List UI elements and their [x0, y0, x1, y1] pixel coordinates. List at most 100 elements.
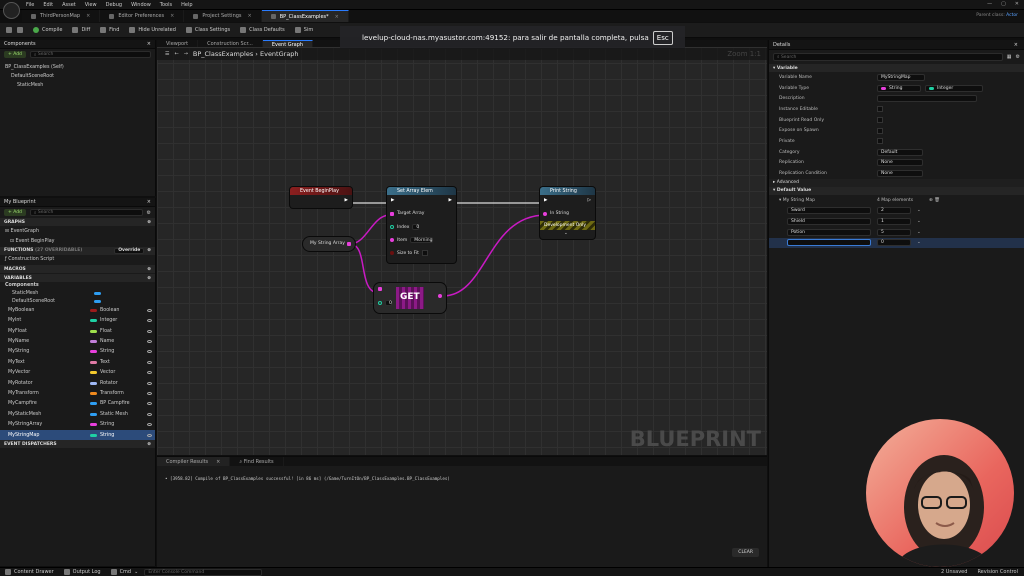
- document-tab[interactable]: Editor Preferences ×: [100, 10, 185, 22]
- get-index-input[interactable]: 0: [385, 300, 392, 306]
- event-graph-item[interactable]: ⊟ EventGraph: [0, 226, 155, 236]
- variable-section-header[interactable]: ▾ Variable: [769, 64, 1024, 72]
- get-array-node[interactable]: GET 0: [374, 283, 446, 313]
- visibility-eye-icon[interactable]: [147, 381, 152, 385]
- menu-item-file[interactable]: File: [26, 2, 34, 8]
- event-graph-canvas[interactable]: Event BeginPlay ▶ Set Array Elem ▶ ▶ Tar…: [157, 47, 767, 455]
- variable-row[interactable]: MyStringMap String: [0, 429, 155, 441]
- functions-section[interactable]: FUNCTIONS (27 OVERRIDABLE) Override ⊕: [0, 246, 155, 255]
- event-beginplay-node[interactable]: Event BeginPlay ▶: [290, 187, 352, 208]
- exec-out-pin[interactable]: ▶: [345, 198, 348, 203]
- close-icon[interactable]: ×: [170, 13, 174, 19]
- size-to-fit-pin[interactable]: Size to Fit: [390, 250, 428, 256]
- add-function-icon[interactable]: ⊕: [147, 248, 151, 253]
- array-in-pin[interactable]: [378, 287, 382, 291]
- details-search[interactable]: ⌕ Search: [773, 53, 1003, 61]
- document-tab[interactable]: BP_ClassExamples* ×: [261, 10, 349, 22]
- property-value-field[interactable]: MyStringMap: [877, 73, 925, 81]
- close-icon[interactable]: ×: [1014, 42, 1018, 48]
- chevron-down-icon[interactable]: ⌄: [917, 208, 921, 213]
- menu-item-debug[interactable]: Debug: [106, 2, 122, 8]
- forward-arrow-icon[interactable]: →: [184, 51, 188, 57]
- visibility-eye-icon[interactable]: [147, 433, 152, 437]
- visibility-eye-icon[interactable]: [147, 402, 152, 406]
- hide-unrelated-button[interactable]: Hide Unrelated: [129, 27, 176, 33]
- visibility-eye-icon[interactable]: [147, 350, 152, 354]
- event-beginplay-item[interactable]: ⊡ Event BeginPlay: [0, 236, 155, 246]
- add-macro-icon[interactable]: ⊕: [147, 267, 151, 272]
- exec-in-pin[interactable]: ▶: [544, 198, 547, 203]
- override-dropdown[interactable]: Override: [114, 247, 145, 254]
- property-value-field[interactable]: [877, 95, 977, 103]
- expand-chevron-icon[interactable]: ⌄: [564, 231, 568, 236]
- menu-item-asset[interactable]: Asset: [62, 2, 76, 8]
- chevron-down-icon[interactable]: ⌄: [917, 219, 921, 224]
- component-tree-item[interactable]: BP_ClassExamples (Self): [0, 63, 155, 72]
- variable-row[interactable]: MyCampfire BP Campfire: [0, 399, 155, 409]
- component-tree-item[interactable]: StaticMesh: [0, 81, 155, 90]
- visibility-eye-icon[interactable]: [147, 340, 152, 344]
- property-checkbox[interactable]: [877, 106, 883, 113]
- exec-in-pin[interactable]: ▶: [391, 198, 394, 203]
- map-key-input[interactable]: [787, 239, 871, 247]
- exec-out-pin[interactable]: ▷: [588, 198, 591, 203]
- tab-compiler-results[interactable]: Compiler Results ×: [157, 457, 231, 466]
- map-key-input[interactable]: Sword: [787, 207, 871, 215]
- close-icon[interactable]: ×: [147, 199, 151, 205]
- close-icon[interactable]: ×: [248, 13, 252, 19]
- breadcrumb-root[interactable]: BP_ClassExamples: [193, 50, 253, 58]
- components-search[interactable]: ⌕ Search: [29, 51, 151, 58]
- close-icon[interactable]: ✕: [1015, 1, 1019, 7]
- grid-view-icon[interactable]: ▦: [1007, 54, 1012, 60]
- menu-item-help[interactable]: Help: [181, 2, 192, 8]
- property-checkbox[interactable]: [877, 138, 883, 145]
- menu-item-view[interactable]: View: [85, 2, 97, 8]
- graph-menu-icon[interactable]: ☰: [165, 51, 169, 57]
- in-string-pin[interactable]: In String: [543, 211, 569, 216]
- property-value-field[interactable]: None: [877, 170, 923, 178]
- document-tab[interactable]: Project Settings ×: [184, 10, 262, 22]
- advanced-section-header[interactable]: ▸ Advanced: [769, 178, 1024, 187]
- visibility-eye-icon[interactable]: [147, 308, 152, 312]
- menu-item-window[interactable]: Window: [131, 2, 151, 8]
- map-value-type-dropdown[interactable]: Integer: [925, 84, 983, 92]
- find-button[interactable]: Find: [100, 27, 119, 33]
- graphs-section[interactable]: GRAPHS ⊕: [0, 218, 155, 226]
- clear-button[interactable]: CLEAR: [732, 548, 759, 557]
- minimize-icon[interactable]: —: [987, 1, 992, 7]
- browse-icon[interactable]: [17, 27, 23, 33]
- delete-icon[interactable]: 🗑: [934, 198, 940, 203]
- diff-button[interactable]: Diff: [72, 27, 90, 33]
- property-checkbox[interactable]: [877, 127, 883, 134]
- variables-section[interactable]: VARIABLES ⊕: [0, 274, 155, 283]
- close-icon[interactable]: ×: [147, 41, 151, 47]
- target-array-pin[interactable]: Target Array: [390, 211, 424, 216]
- visibility-eye-icon[interactable]: [147, 412, 152, 416]
- add-variable-icon[interactable]: ⊕: [147, 276, 151, 281]
- close-icon[interactable]: ×: [335, 14, 339, 20]
- menu-item-tools[interactable]: Tools: [160, 2, 172, 8]
- construction-script-item[interactable]: ƒ Construction Script: [0, 255, 155, 265]
- component-tree-item[interactable]: DefaultSceneRoot: [0, 72, 155, 81]
- exec-out-pin[interactable]: ▶: [449, 198, 452, 203]
- variable-row[interactable]: MyTransform Transform: [0, 388, 155, 398]
- close-icon[interactable]: ×: [86, 13, 90, 19]
- variable-row[interactable]: MyBoolean Boolean: [0, 305, 155, 315]
- variable-row[interactable]: MyStaticMesh Static Mesh: [0, 409, 155, 419]
- array-out-pin[interactable]: [347, 242, 351, 246]
- map-value-input[interactable]: 5: [877, 228, 911, 236]
- set-array-elem-node[interactable]: Set Array Elem ▶ ▶ Target Array Index 0 I…: [387, 187, 456, 263]
- unsaved-count[interactable]: 2 Unsaved: [941, 569, 967, 575]
- variable-row[interactable]: MyString String: [0, 347, 155, 357]
- class-defaults-button[interactable]: Class Defaults: [240, 27, 285, 33]
- default-value-section-header[interactable]: ▾ Default Value: [769, 186, 1024, 195]
- property-checkbox[interactable]: [877, 117, 883, 124]
- cmd-dropdown[interactable]: Cmd ⌄: [110, 569, 138, 575]
- visibility-eye-icon[interactable]: [147, 423, 152, 427]
- simulation-button[interactable]: Sim: [294, 27, 313, 33]
- parent-class-value[interactable]: Actor: [1006, 13, 1018, 18]
- property-value-field[interactable]: Default: [877, 148, 923, 156]
- variable-row[interactable]: MyInt Integer: [0, 316, 155, 326]
- add-graph-icon[interactable]: ⊕: [147, 220, 151, 225]
- map-key-input[interactable]: Shield: [787, 218, 871, 226]
